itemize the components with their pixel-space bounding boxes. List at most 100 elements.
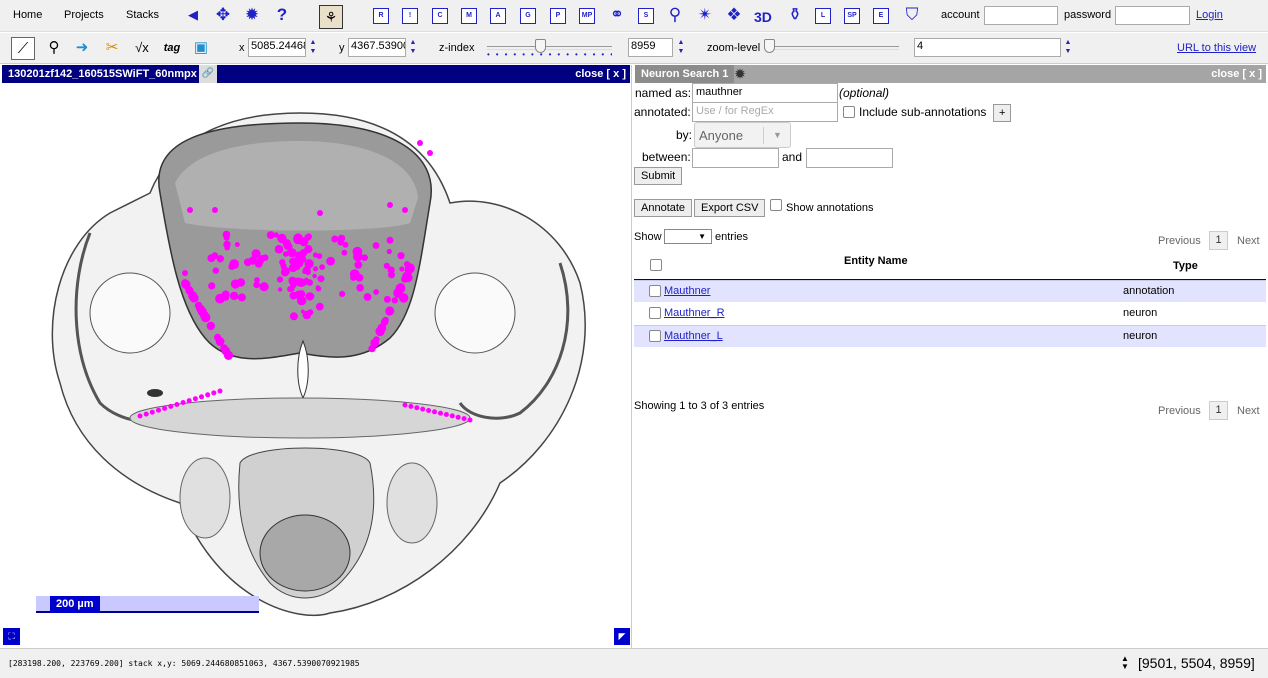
table-row[interactable]: Mauthner_L neuron (634, 325, 1266, 347)
z-index-slider[interactable] (487, 46, 612, 50)
url-to-view-link[interactable]: URL to this view (1177, 42, 1256, 54)
compass-icon[interactable]: ✴ (695, 5, 715, 25)
entity-name-link[interactable]: Mauthner (664, 285, 710, 297)
widget-g-icon[interactable]: G (520, 8, 536, 24)
search-icon[interactable]: ⚲ (665, 5, 685, 25)
entity-name-link[interactable]: Mauthner_R (664, 307, 725, 319)
search-tab[interactable]: Neuron Search 1 (635, 65, 735, 83)
settings-gear-icon[interactable]: ✹ (242, 5, 262, 25)
next-page-button-bottom[interactable]: Next (1237, 405, 1260, 417)
widget-mp-icon[interactable]: MP (579, 8, 595, 24)
cut-icon[interactable]: ✂ (100, 37, 124, 60)
navigator-toggle-icon[interactable]: ⛶ (3, 628, 20, 645)
show-annotations-checkbox[interactable] (770, 199, 782, 211)
named-as-input[interactable]: mauthner (692, 83, 838, 103)
dark-spot (147, 389, 163, 397)
submit-button[interactable]: Submit (634, 167, 683, 185)
row-checkbox[interactable] (649, 330, 661, 342)
widget-e-icon[interactable]: E (873, 8, 889, 24)
z-spinner-icon[interactable]: ▲ ▼ (677, 38, 685, 56)
widget-r-icon[interactable]: R (373, 8, 389, 24)
annotated-input[interactable]: Use / for RegEx (692, 102, 838, 122)
z-index-input[interactable]: 8959 (628, 38, 673, 57)
math-sqrt-icon[interactable]: √x (130, 37, 154, 60)
row-checkbox[interactable] (649, 307, 661, 319)
neuron-marker (388, 271, 395, 279)
annotate-button[interactable]: Annotate (634, 199, 693, 217)
by-user-value: Anyone (699, 128, 744, 143)
widget-p-icon[interactable]: P (550, 8, 566, 24)
widget-c-icon[interactable]: C (432, 8, 448, 24)
y-coordinate-input[interactable]: 4367.53900 (348, 38, 406, 57)
coords-spinner-icon[interactable]: ▲ ▼ (1121, 655, 1129, 671)
row-checkbox[interactable] (649, 285, 661, 297)
tag-icon[interactable]: tag (160, 37, 184, 60)
save-icon[interactable]: ▣ (189, 37, 213, 60)
widget-alert-icon[interactable]: ! (402, 8, 418, 24)
table-row[interactable]: Mauthner_R neuron (634, 303, 1266, 325)
query-icon[interactable]: ❖ (724, 5, 744, 25)
entity-name-header[interactable]: Entity Name (844, 255, 908, 267)
venn-icon[interactable]: ⚭ (607, 5, 627, 25)
neuron-marker (252, 257, 258, 263)
entries-per-page-select[interactable]: ▼ (664, 229, 712, 244)
menu-home[interactable]: Home (13, 9, 42, 21)
move-icon[interactable]: ✥ (213, 5, 233, 25)
navigate-back-icon[interactable]: ◀ (183, 5, 203, 25)
login-link[interactable]: Login (1196, 9, 1223, 21)
export-csv-button[interactable]: Export CSV (694, 199, 766, 217)
between-start-input[interactable] (692, 148, 779, 168)
zoom-spinner-icon[interactable]: ▲ ▼ (1064, 38, 1072, 56)
widget-l-icon[interactable]: L (815, 8, 831, 24)
skeleton-tool-icon[interactable]: ⚲ (42, 37, 66, 60)
x-coordinate-input[interactable]: 5085.24468 (248, 38, 306, 57)
gear-icon[interactable]: ✹ (735, 65, 745, 83)
search-close-button[interactable]: close [ x ] (1211, 68, 1262, 80)
3d-viewer-icon[interactable]: 3D (754, 9, 772, 25)
stack-coordinates: [9501, 5504, 8959] (1138, 655, 1255, 671)
menu-stacks[interactable]: Stacks (126, 9, 159, 21)
widget-a-icon[interactable]: A (490, 8, 506, 24)
widget-sp-icon[interactable]: SP (844, 8, 860, 24)
previous-page-button-bottom[interactable]: Previous (1158, 405, 1201, 417)
next-page-button[interactable]: Next (1237, 235, 1260, 247)
tissue-image[interactable] (0, 83, 632, 648)
type-header[interactable]: Type (1173, 260, 1198, 272)
zoom-level-input[interactable]: 4 (914, 38, 1061, 57)
neuron-tool-icon[interactable]: ⚘ (319, 5, 343, 29)
z-index-slider-thumb[interactable] (534, 39, 546, 53)
go-to-node-icon[interactable]: ➜ (70, 37, 94, 60)
graph-icon[interactable]: ⛉ (902, 5, 922, 25)
zoom-level-slider-thumb[interactable] (764, 39, 775, 53)
password-input[interactable] (1115, 6, 1190, 25)
page-1-button[interactable]: 1 (1209, 231, 1228, 250)
neuron-marker (253, 281, 260, 289)
widget-m-icon[interactable]: M (461, 8, 477, 24)
zoom-level-slider[interactable] (764, 46, 899, 50)
entity-name-link[interactable]: Mauthner_L (664, 330, 723, 342)
tracing-tool-icon[interactable]: ⟋ (11, 37, 35, 60)
table-row[interactable]: Mauthner annotation (634, 280, 1266, 302)
neuron-marker (289, 312, 298, 321)
between-end-input[interactable] (806, 148, 893, 168)
neuron-marker (385, 306, 395, 316)
previous-page-button[interactable]: Previous (1158, 235, 1201, 247)
menu-projects[interactable]: Projects (64, 9, 104, 21)
by-user-select[interactable]: Anyone ▼ (694, 122, 791, 148)
help-icon[interactable]: ? (272, 5, 292, 25)
account-input[interactable] (984, 6, 1058, 25)
neuron-icon[interactable]: ⚱ (785, 5, 805, 25)
page-1-button-bottom[interactable]: 1 (1209, 401, 1228, 420)
neuron-marker (467, 417, 473, 423)
stack-close-button[interactable]: close [ x ] (575, 68, 626, 80)
select-all-checkbox[interactable] (650, 259, 662, 271)
resize-corner-icon[interactable]: ◤ (614, 628, 630, 645)
link-icon[interactable]: 🔗 (199, 65, 217, 83)
widget-s-icon[interactable]: S (638, 8, 654, 24)
x-spinner-icon[interactable]: ▲ ▼ (309, 38, 317, 56)
include-sub-annotations-checkbox[interactable] (843, 106, 855, 118)
neuron-marker (308, 293, 315, 299)
add-annotation-button[interactable]: + (993, 104, 1012, 122)
y-spinner-icon[interactable]: ▲ ▼ (409, 38, 417, 56)
stack-viewer[interactable]: 130201zf142_160515SWiFT_60nmpx 🔗 close [… (0, 65, 632, 648)
